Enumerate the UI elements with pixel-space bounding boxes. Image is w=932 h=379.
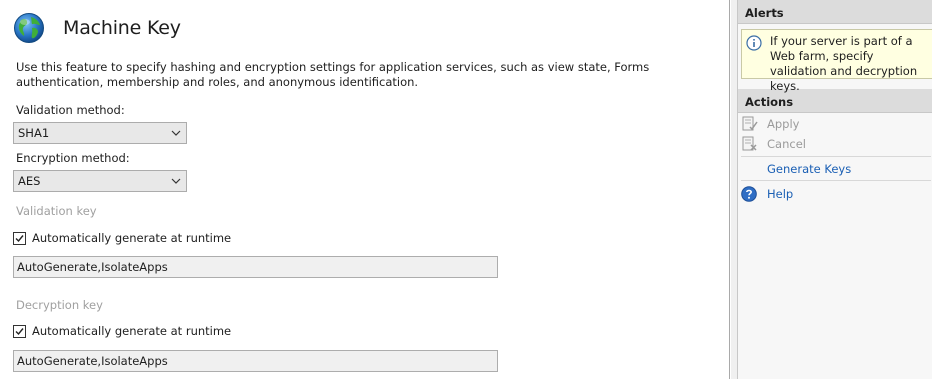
- checkmark-icon: [15, 234, 24, 242]
- help-action[interactable]: Help: [741, 186, 793, 202]
- decryption-key-field[interactable]: AutoGenerate,IsolateApps: [13, 350, 498, 372]
- encryption-method-label: Encryption method:: [16, 151, 130, 165]
- validation-method-value: SHA1: [18, 126, 50, 140]
- validation-key-auto-generate-label: Automatically generate at runtime: [32, 231, 232, 245]
- chevron-down-icon: [171, 178, 181, 184]
- decryption-key-label: Decryption key: [16, 298, 103, 312]
- validation-key-auto-generate[interactable]: Automatically generate at runtime: [13, 231, 231, 245]
- validation-key-field[interactable]: AutoGenerate,IsolateApps: [13, 256, 498, 278]
- apply-action[interactable]: Apply: [741, 116, 799, 132]
- validation-key-label: Validation key: [16, 204, 97, 218]
- decryption-key-auto-generate[interactable]: Automatically generate at runtime: [13, 324, 231, 338]
- validation-key-auto-generate-checkbox[interactable]: [13, 231, 26, 245]
- help-icon: [741, 186, 757, 202]
- alerts-header: Alerts: [738, 0, 932, 24]
- actions-pane: Alerts If your server is part of a Web f…: [737, 0, 932, 379]
- actions-divider: [741, 180, 931, 181]
- main-panel: Machine Key Use this feature to specify …: [0, 0, 730, 379]
- info-icon: [746, 35, 762, 51]
- checkmark-icon: [15, 327, 24, 335]
- alert-message: If your server is part of a Web farm, sp…: [770, 34, 918, 93]
- cancel-label: Cancel: [767, 137, 806, 151]
- validation-method-label: Validation method:: [16, 103, 125, 117]
- encryption-method-select[interactable]: AES: [13, 170, 187, 192]
- generate-keys-icon-placeholder: [741, 161, 759, 177]
- page-description: Use this feature to specify hashing and …: [16, 60, 650, 89]
- decryption-key-auto-generate-label: Automatically generate at runtime: [32, 324, 232, 338]
- alert-message-box: If your server is part of a Web farm, sp…: [741, 29, 932, 93]
- apply-icon: [742, 116, 758, 131]
- chevron-down-icon: [171, 130, 181, 136]
- apply-label: Apply: [767, 117, 800, 131]
- actions-divider: [741, 156, 931, 157]
- actions-header: Actions: [738, 89, 932, 113]
- help-label: Help: [767, 187, 794, 201]
- page-title: Machine Key: [63, 17, 181, 39]
- cancel-icon: [742, 136, 757, 151]
- generate-keys-label: Generate Keys: [767, 162, 852, 176]
- validation-method-select[interactable]: SHA1: [13, 122, 187, 144]
- cancel-action[interactable]: Cancel: [741, 136, 806, 152]
- globe-icon: [14, 13, 44, 43]
- page-header: Machine Key: [13, 12, 181, 44]
- decryption-key-auto-generate-checkbox[interactable]: [13, 324, 26, 338]
- encryption-method-value: AES: [18, 174, 41, 188]
- generate-keys-action[interactable]: Generate Keys: [741, 161, 851, 177]
